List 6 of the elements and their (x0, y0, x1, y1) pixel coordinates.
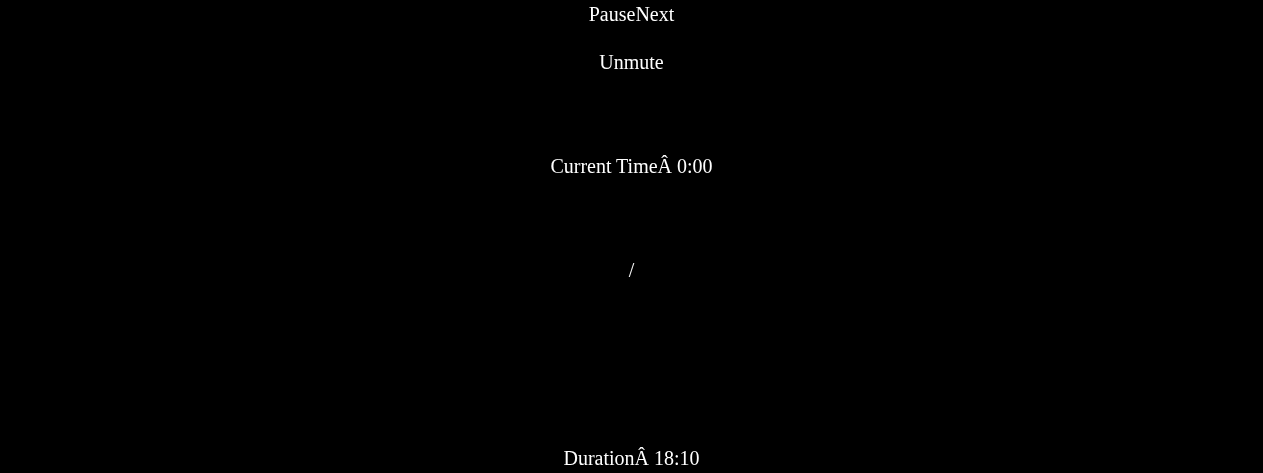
current-time-text: Current TimeÂ 0:00 (550, 154, 713, 178)
separator-text: / (628, 258, 635, 282)
duration-text: DurationÂ 18:10 (563, 446, 700, 470)
media-button[interactable]: Next (635, 2, 675, 26)
media-button[interactable]: Pause (588, 2, 636, 26)
unmute-button[interactable]: Unmute (599, 50, 664, 74)
